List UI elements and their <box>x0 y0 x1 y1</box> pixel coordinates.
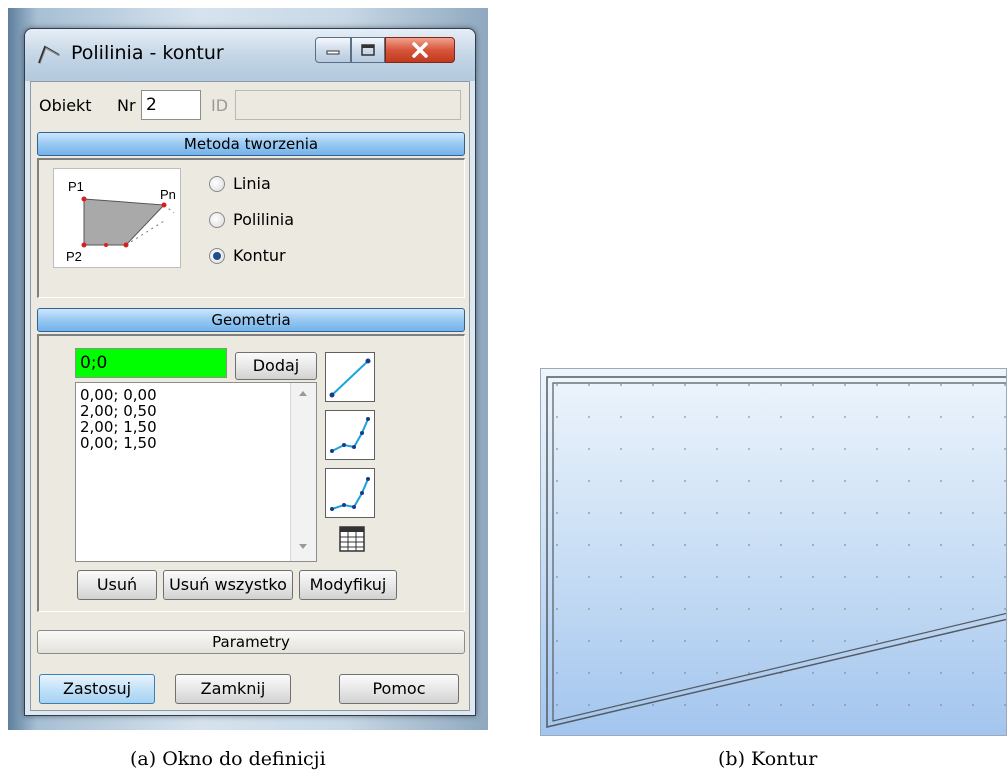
radio-polilinia-label: Polilinia <box>233 210 295 229</box>
contour-drawing <box>541 369 1006 735</box>
caption-left: (a) Okno do definicji <box>130 748 326 770</box>
polyline-tool-icon <box>330 417 370 453</box>
caption-right: (b) Kontur <box>718 748 818 770</box>
polyline-tool-button-2[interactable] <box>325 468 375 518</box>
apply-button[interactable]: Zastosuj <box>39 674 155 704</box>
window-background: Polilinia - kontur Obiekt Nr 2 ID Metoda… <box>8 8 488 730</box>
p2-label: P2 <box>66 249 82 264</box>
add-button[interactable]: Dodaj <box>235 352 317 380</box>
dialog-window: Polilinia - kontur Obiekt Nr 2 ID Metoda… <box>24 28 476 716</box>
list-scrollbar[interactable] <box>290 383 316 561</box>
line-tool-icon <box>329 358 371 398</box>
delete-button[interactable]: Usuń <box>77 570 157 600</box>
p1-label: P1 <box>68 179 84 194</box>
close-button[interactable] <box>385 37 455 63</box>
parameters-section-header[interactable]: Parametry <box>37 630 465 654</box>
list-item[interactable]: 0,00; 1,50 <box>80 435 157 451</box>
scroll-down-icon[interactable] <box>298 543 308 551</box>
contour-canvas[interactable] <box>540 368 1007 736</box>
coordinate-input[interactable]: 0;0 <box>75 348 227 378</box>
object-label: Obiekt <box>39 96 92 115</box>
polyline-tool-button[interactable] <box>325 410 375 460</box>
polyline-tool-icon-2 <box>330 477 370 511</box>
close-dialog-button[interactable]: Zamknij <box>175 674 291 704</box>
title-bar[interactable]: Polilinia - kontur <box>25 29 475 81</box>
line-tool-button[interactable] <box>325 352 375 402</box>
radio-kontur-label: Kontur <box>233 246 286 265</box>
maximize-button[interactable] <box>351 37 385 63</box>
radio-kontur[interactable] <box>209 248 225 264</box>
id-field[interactable] <box>235 90 461 120</box>
dialog-client-area: Obiekt Nr 2 ID Metoda tworzenia P1 Pn P2… <box>30 81 470 711</box>
table-button[interactable] <box>339 526 365 552</box>
radio-linia[interactable] <box>209 176 225 192</box>
method-section-header[interactable]: Metoda tworzenia <box>37 132 465 156</box>
scroll-up-icon[interactable] <box>298 389 308 397</box>
minimize-icon <box>326 50 340 55</box>
id-label: ID <box>211 96 229 115</box>
delete-all-button[interactable]: Usuń wszystko <box>163 570 293 600</box>
nr-field[interactable]: 2 <box>141 90 201 120</box>
modify-button[interactable]: Modyfikuj <box>299 570 397 600</box>
minimize-button[interactable] <box>315 37 351 63</box>
help-button[interactable]: Pomoc <box>339 674 459 704</box>
contour-method-diagram: P1 Pn P2 <box>53 168 181 268</box>
maximize-icon <box>361 44 375 56</box>
nr-label: Nr <box>117 96 136 115</box>
table-icon <box>339 526 365 552</box>
list-item[interactable]: 2,00; 0,50 <box>80 403 157 419</box>
radio-linia-label: Linia <box>233 174 271 193</box>
points-list[interactable]: 0,00; 0,00 2,00; 0,50 2,00; 1,50 0,00; 1… <box>75 382 317 562</box>
radio-polilinia[interactable] <box>209 212 225 228</box>
polyline-app-icon <box>37 43 61 67</box>
geometry-section-header[interactable]: Geometria <box>37 308 465 332</box>
pn-label: Pn <box>160 187 176 202</box>
close-icon <box>412 42 428 58</box>
list-item[interactable]: 0,00; 0,00 <box>80 387 157 403</box>
list-item[interactable]: 2,00; 1,50 <box>80 419 157 435</box>
window-title: Polilinia - kontur <box>71 42 224 64</box>
